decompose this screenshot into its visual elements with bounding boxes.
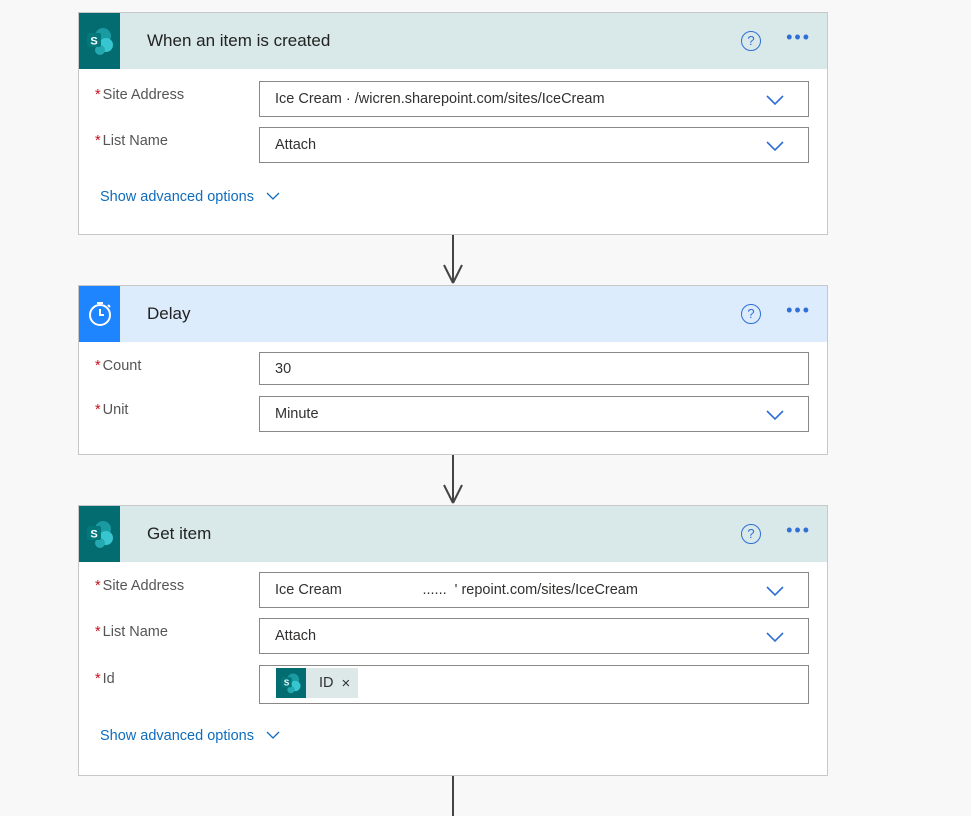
connector-arrow [452,776,454,816]
dropdown-value: Ice Cream · /wicren.sharepoint.com/sites… [275,91,605,107]
dropdown-value: Ice Cream ...... ' repoint.com/sites/Ice… [275,582,638,598]
field-label: Id [102,671,115,687]
chevron-down-icon [266,731,280,739]
sharepoint-icon [79,13,120,69]
trigger-card-when-item-created[interactable]: When an item is created ? ••• * Site Addr… [78,12,828,235]
required-mark: * [95,578,101,594]
timer-icon [79,286,120,342]
list-name-dropdown[interactable]: Attach [259,127,809,163]
field-label: Unit [102,402,129,418]
unit-dropdown[interactable]: Minute [259,396,809,432]
link-label: Show advanced options [100,189,254,205]
chevron-down-icon[interactable] [766,91,784,109]
help-icon[interactable]: ? [741,31,761,51]
card-header[interactable]: Delay ? ••• [79,286,827,342]
id-input[interactable]: ID × [259,665,809,704]
list-name-dropdown[interactable]: Attach [259,618,809,654]
more-options-icon[interactable]: ••• [786,27,811,48]
action-card-delay[interactable]: Delay ? ••• * Count 30 * Unit Minute [78,285,828,455]
chevron-down-icon[interactable] [766,137,784,155]
dropdown-value: Attach [275,137,317,153]
card-header[interactable]: When an item is created ? ••• [79,13,827,69]
sharepoint-icon [79,506,120,562]
count-input[interactable]: 30 [259,352,809,385]
chevron-down-icon[interactable] [766,406,784,424]
required-mark: * [95,358,101,374]
arrow-head-icon [443,484,463,504]
chevron-down-icon[interactable] [766,582,784,600]
required-mark: * [95,671,101,687]
card-title: Delay [147,304,191,323]
required-mark: * [95,402,101,418]
field-label: Count [102,358,142,374]
more-options-icon[interactable]: ••• [786,520,811,541]
site-address-dropdown[interactable]: Ice Cream · /wicren.sharepoint.com/sites… [259,81,809,117]
help-icon[interactable]: ? [741,304,761,324]
required-mark: * [95,624,101,640]
field-label: List Name [102,133,168,149]
field-label: Site Address [102,87,185,103]
card-title: Get item [147,524,212,543]
action-card-get-item[interactable]: Get item ? ••• * Site Address Ice Cream .… [78,505,828,776]
arrow-head-icon [443,264,463,284]
dropdown-value: Attach [275,628,317,644]
remove-token-icon[interactable]: × [342,675,351,692]
show-advanced-options-link[interactable]: Show advanced options [100,728,280,744]
card-header[interactable]: Get item ? ••• [79,506,827,562]
required-mark: * [95,133,101,149]
chevron-down-icon[interactable] [766,628,784,646]
field-label: Site Address [102,578,185,594]
show-advanced-options-link[interactable]: Show advanced options [100,189,280,205]
link-label: Show advanced options [100,728,254,744]
chevron-down-icon [266,192,280,200]
field-label: List Name [102,624,168,640]
help-icon[interactable]: ? [741,524,761,544]
more-options-icon[interactable]: ••• [786,300,811,321]
card-title: When an item is created [147,31,331,50]
site-address-dropdown[interactable]: Ice Cream ...... ' repoint.com/sites/Ice… [259,572,809,608]
sharepoint-icon [276,668,306,698]
input-value: 30 [275,361,292,377]
dynamic-content-token[interactable]: ID × [276,668,359,698]
required-mark: * [95,87,101,103]
dropdown-value: Minute [275,406,319,422]
token-label: ID [319,675,334,691]
